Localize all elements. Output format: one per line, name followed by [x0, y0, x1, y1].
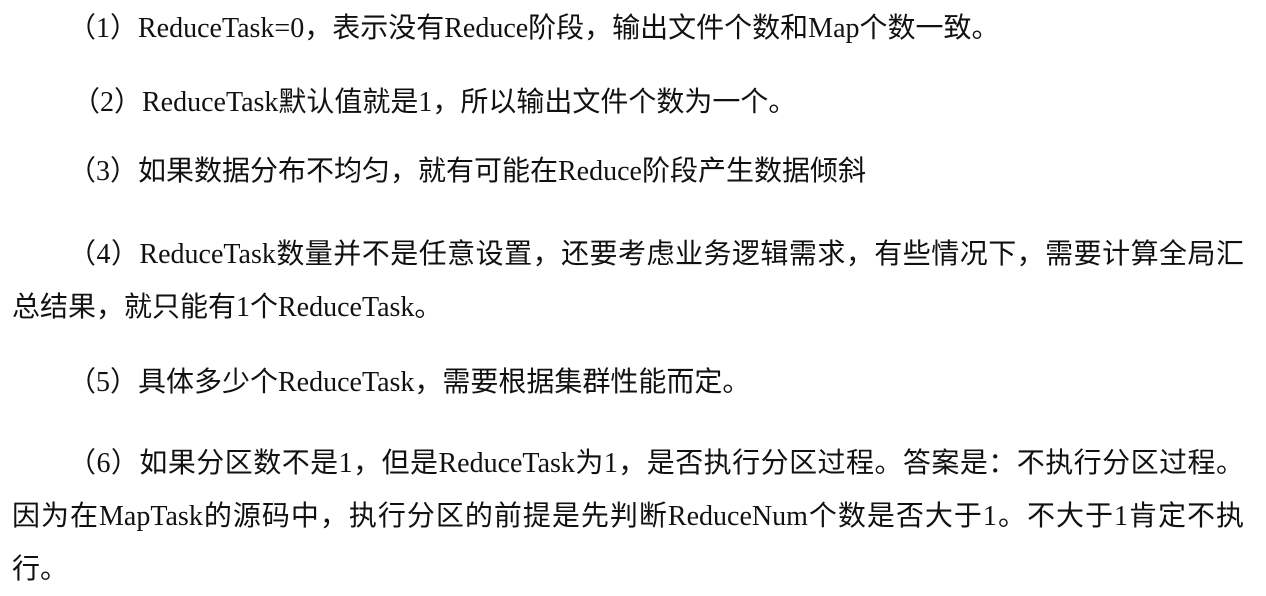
paragraph-1: （1）ReduceTask=0，表示没有Reduce阶段，输出文件个数和Map个… — [68, 13, 1000, 44]
paragraph-5: （5）具体多少个ReduceTask，需要根据集群性能而定。 — [68, 367, 751, 398]
paragraph-2: （2）ReduceTask默认值就是1，所以输出文件个数为一个。 — [72, 87, 797, 118]
paragraph-3: （3）如果数据分布不均匀，就有可能在Reduce阶段产生数据倾斜 — [68, 156, 866, 187]
document-body: （1）ReduceTask=0，表示没有Reduce阶段，输出文件个数和Map个… — [0, 0, 1266, 595]
paragraph-4: （4）ReduceTask数量并不是任意设置，还要考虑业务逻辑需求，有些情况下，… — [12, 239, 1244, 323]
paragraph-6: （6）如果分区数不是1，但是ReduceTask为1，是否执行分区过程。答案是：… — [12, 448, 1244, 585]
